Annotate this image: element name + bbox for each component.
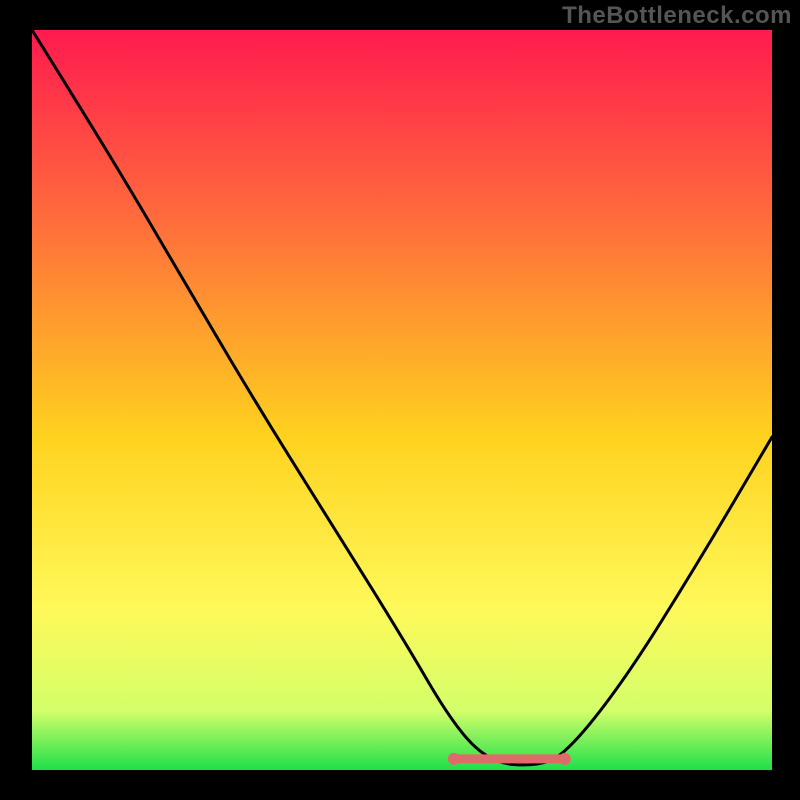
chart-background — [32, 30, 772, 770]
chart-frame: TheBottleneck.com — [0, 0, 800, 800]
watermark-text: TheBottleneck.com — [562, 2, 792, 30]
chart-svg — [32, 30, 772, 770]
flat-region-marker — [448, 753, 571, 765]
plot-area — [32, 30, 772, 770]
